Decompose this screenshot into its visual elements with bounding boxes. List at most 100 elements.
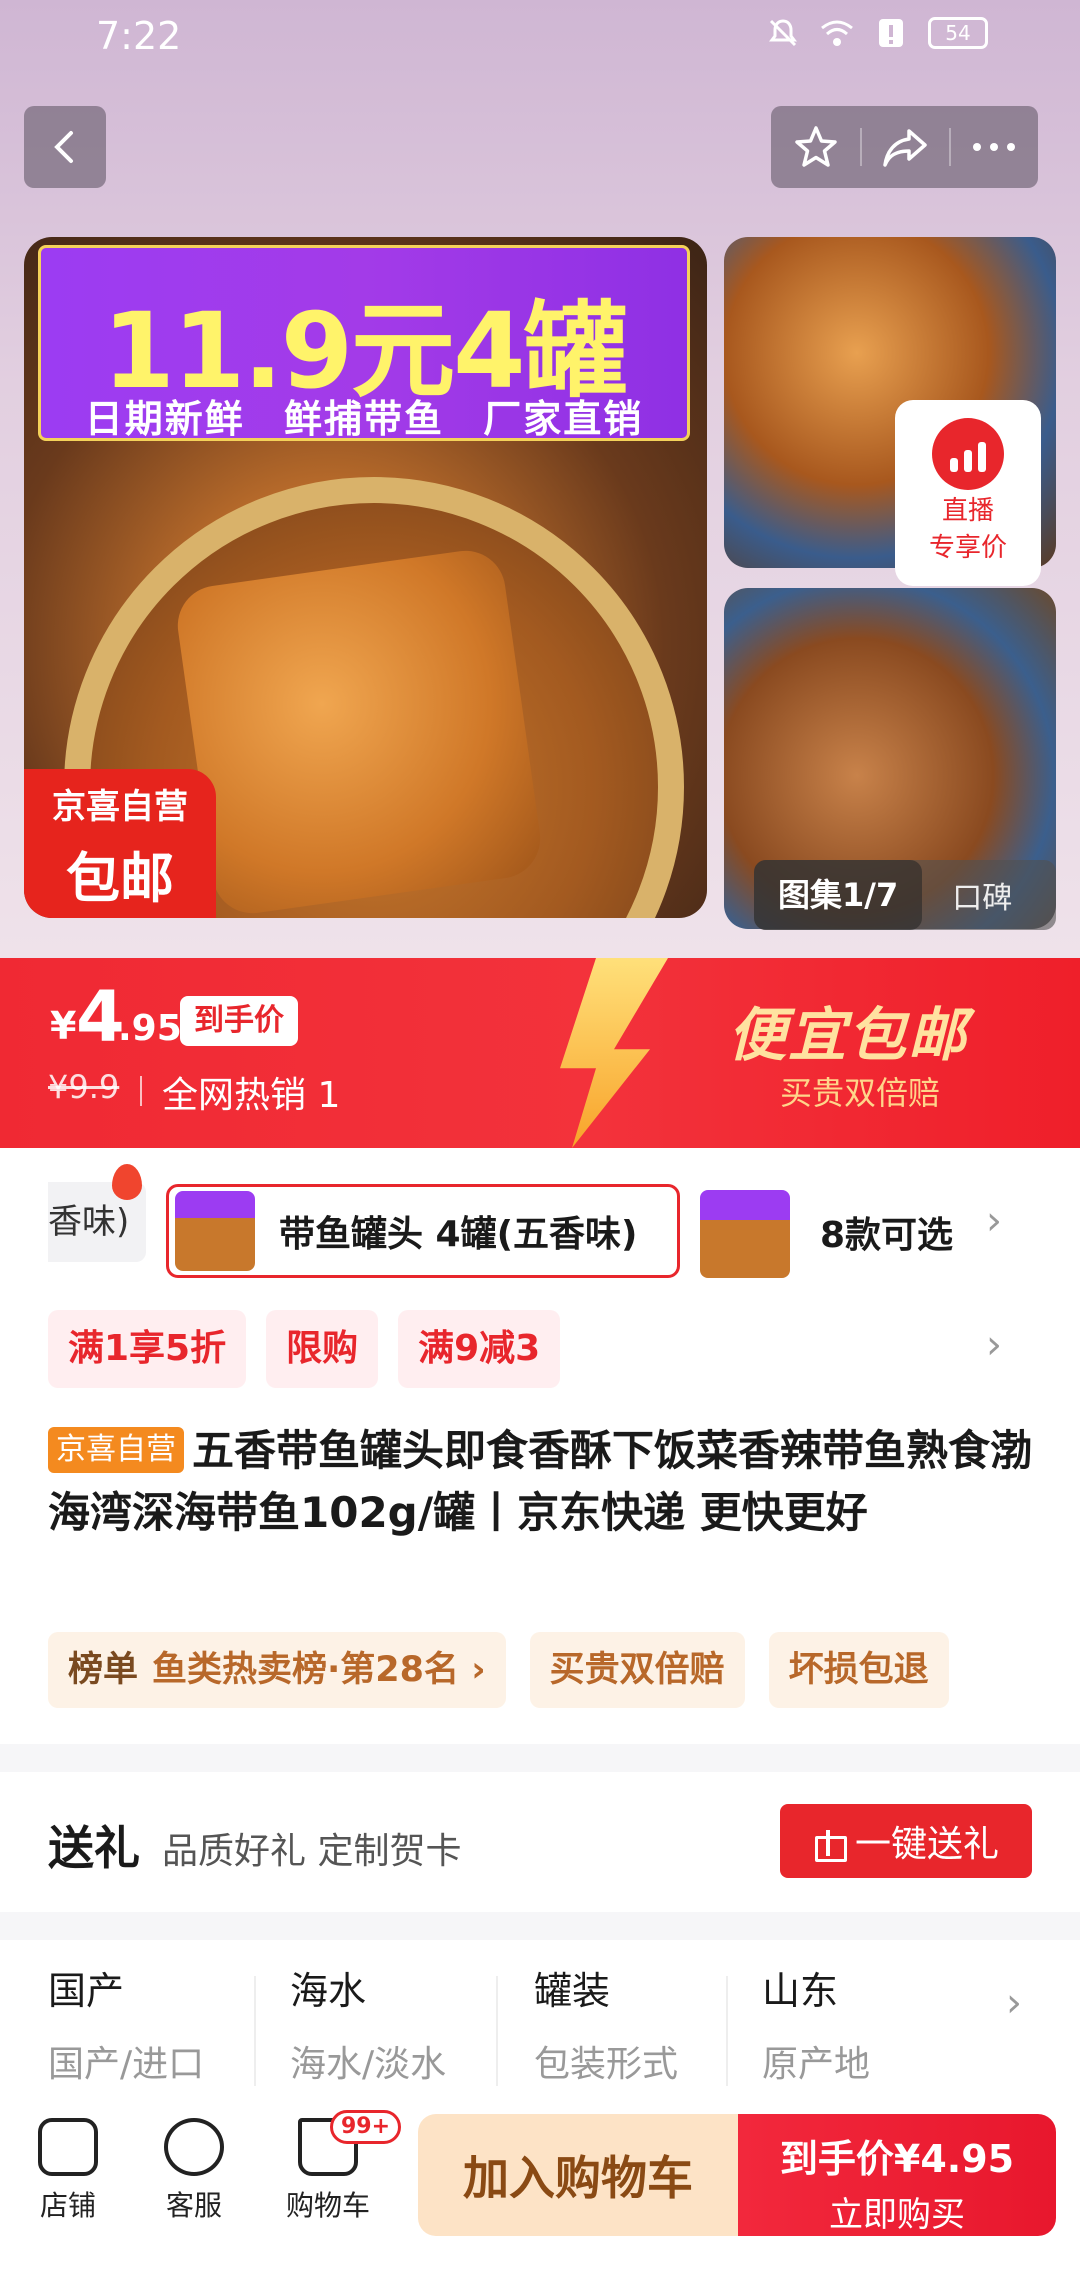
divider xyxy=(496,1976,498,2086)
attribute-item: 山东 原产地 xyxy=(762,1960,870,2087)
chevron-right-icon[interactable]: › xyxy=(986,1198,1002,1244)
promo-subtitle: 买贵双倍赔 xyxy=(780,1074,941,1112)
coupon-row: 满1享5折 限购 满9减3 xyxy=(48,1310,561,1388)
main-product-image[interactable]: 11.9元4罐 日期新鲜 鲜捕带鱼 厂家直销 京喜自营 包邮 xyxy=(24,237,707,918)
coupon-item[interactable]: 限购 xyxy=(266,1310,379,1388)
tab-reviews[interactable]: 口碑 xyxy=(952,873,1012,917)
rank-tag[interactable]: 榜单 鱼类热卖榜·第28名 › xyxy=(48,1632,506,1708)
shop-button[interactable]: 店铺 xyxy=(18,2118,118,2224)
chevron-right-icon[interactable]: › xyxy=(986,1322,1002,1368)
alert-icon xyxy=(874,16,908,50)
star-icon xyxy=(794,126,837,167)
service-icon xyxy=(164,2118,224,2176)
status-icons: 54 xyxy=(766,16,988,50)
share-button[interactable] xyxy=(860,106,949,188)
mute-icon xyxy=(766,16,800,50)
chevron-right-icon[interactable]: › xyxy=(1006,1980,1022,2026)
variant-count[interactable]: 8款可选 xyxy=(820,1206,953,1258)
buy-now-button[interactable]: 到手价¥4.95 立即购买 xyxy=(738,2114,1056,2236)
attribute-item: 国产 国产/进口 xyxy=(48,1960,204,2087)
badge-line1: 京喜自营 xyxy=(52,787,188,827)
more-button[interactable] xyxy=(949,106,1038,188)
gift-title: 送礼 xyxy=(48,1821,140,1875)
badge-line2: 包邮 xyxy=(66,847,174,910)
final-price-tag: 到手价 xyxy=(180,996,298,1046)
attribute-item: 海水 海水/淡水 xyxy=(290,1960,446,2087)
send-gift-label: 一键送礼 xyxy=(854,1824,999,1865)
promo-title: 便宜包邮 xyxy=(728,1001,969,1069)
coupon-item[interactable]: 满9减3 xyxy=(398,1310,561,1388)
original-price: ¥9.9 xyxy=(48,1068,120,1106)
return-tag[interactable]: 坏损包退 xyxy=(768,1632,949,1708)
promo-banner: 11.9元4罐 日期新鲜 鲜捕带鱼 厂家直销 xyxy=(38,245,690,441)
buy-price-label: 到手价¥4.95 xyxy=(779,2137,1015,2181)
service-label: 客服 xyxy=(165,2189,222,2222)
variant-label: 带鱼罐头 4罐(五香味) xyxy=(279,1214,638,1255)
tab-gallery[interactable]: 图集1/7 xyxy=(754,860,923,930)
price-band: ¥ 4 .95 到手价 ¥9.9 全网热销 1 便宜包邮 买贵双倍赔 xyxy=(0,958,1080,1148)
back-button[interactable] xyxy=(24,106,106,188)
rank-value: 鱼类热卖榜·第28名 xyxy=(152,1650,460,1690)
title-text: 五香带鱼罐头即食香酥下饭菜香辣带鱼熟食渤海湾深海带鱼102g/罐丨京东快递 更快… xyxy=(48,1426,1033,1537)
send-gift-button[interactable]: 一键送礼 xyxy=(780,1804,1032,1878)
share-icon xyxy=(882,129,927,167)
service-button[interactable]: 客服 xyxy=(144,2118,244,2224)
attribute-value: 国产 xyxy=(48,1969,125,2013)
variant-selected[interactable]: 带鱼罐头 4罐(五香味) xyxy=(166,1184,680,1278)
bottom-action-bar: 店铺 客服 购物车 99+ 加入购物车 到手价¥4.95 立即购买 xyxy=(0,2100,1080,2280)
coupon-item[interactable]: 满1享5折 xyxy=(48,1310,247,1388)
variant-selector: 香味) 带鱼罐头 4罐(五香味) 8款可选 › xyxy=(0,1164,1080,1278)
variant-option[interactable] xyxy=(700,1190,790,1278)
favorite-button[interactable] xyxy=(771,106,860,188)
chevron-left-icon xyxy=(54,131,73,163)
gift-subtitle: 品质好礼 定制贺卡 xyxy=(162,1831,462,1872)
status-time: 7:22 xyxy=(96,14,182,58)
shop-label: 店铺 xyxy=(39,2189,96,2222)
product-title: 京喜自营 五香带鱼罐头即食香酥下饭菜香辣带鱼熟食渤海湾深海带鱼102g/罐丨京东快… xyxy=(48,1420,1038,1544)
variant-thumbnail xyxy=(175,1191,255,1271)
wifi-icon xyxy=(820,16,854,50)
divider xyxy=(726,1976,728,2086)
attributes-row[interactable]: 国产 国产/进口 海水 海水/淡水 罐装 包装形式 山东 原产地 › xyxy=(0,1940,1080,2100)
attribute-key: 海水/淡水 xyxy=(290,2044,447,2085)
chevron-right-icon: › xyxy=(459,1650,486,1690)
divider xyxy=(254,1976,256,2086)
gift-section: 送礼 品质好礼 定制贺卡 一键送礼 xyxy=(0,1772,1080,1912)
tags-row: 榜单 鱼类热卖榜·第28名 › 买贵双倍赔 坏损包退 xyxy=(48,1632,949,1708)
buy-now-label: 立即购买 xyxy=(829,2195,965,2235)
attribute-item: 罐装 包装形式 xyxy=(534,1960,678,2087)
cart-count-badge: 99+ xyxy=(330,2110,402,2144)
price-currency: ¥ xyxy=(50,1004,77,1048)
attribute-value: 山东 xyxy=(762,1969,839,2013)
attribute-key: 国产/进口 xyxy=(48,2044,205,2085)
rank-key: 榜单 xyxy=(68,1650,139,1690)
live-price-card[interactable]: 直播 专享价 xyxy=(895,400,1041,586)
fire-icon xyxy=(112,1164,142,1200)
shop-icon xyxy=(38,2118,98,2176)
lightning-icon xyxy=(560,958,668,1148)
gift-icon xyxy=(813,1826,847,1862)
battery-icon: 54 xyxy=(928,17,988,49)
live-sub-label: 专享价 xyxy=(928,533,1007,563)
attribute-key: 原产地 xyxy=(762,2044,871,2085)
attribute-value: 罐装 xyxy=(534,1969,611,2013)
status-bar: 7:22 54 xyxy=(0,0,1080,80)
title-badge: 京喜自营 xyxy=(48,1427,184,1473)
add-to-cart-button[interactable]: 加入购物车 xyxy=(418,2114,738,2236)
live-label: 直播 xyxy=(941,496,994,526)
cart-label: 购物车 xyxy=(285,2189,370,2222)
more-icon xyxy=(972,143,1015,151)
hot-sales-text: 全网热销 1 xyxy=(162,1075,341,1116)
fish-image xyxy=(172,545,546,918)
banner-subtitle: 日期新鲜 鲜捕带鱼 厂家直销 xyxy=(84,397,644,441)
attribute-key: 包装形式 xyxy=(534,2044,679,2085)
live-icon xyxy=(932,418,1004,490)
price-decimal: .95 xyxy=(118,1008,182,1049)
gallery-tabs: 图集1/7 口碑 xyxy=(754,860,1056,930)
jingxi-badge: 京喜自营 包邮 xyxy=(24,769,216,918)
guarantee-tag[interactable]: 买贵双倍赔 xyxy=(529,1632,745,1708)
divider xyxy=(140,1076,142,1106)
cart-button[interactable]: 购物车 99+ xyxy=(278,2110,402,2224)
attribute-value: 海水 xyxy=(290,1969,367,2013)
nav-actions xyxy=(771,106,1038,188)
